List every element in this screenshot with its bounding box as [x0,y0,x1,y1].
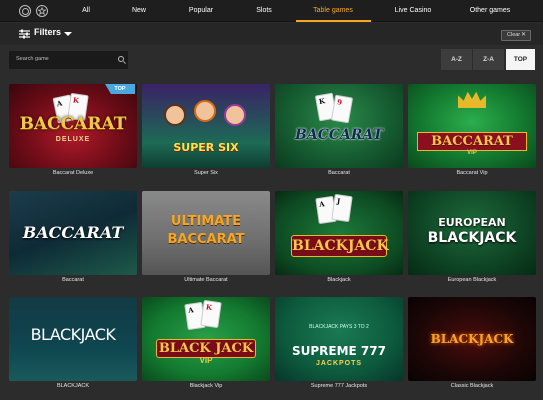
game-thumbnail[interactable]: A K BLACK JACK VIP [142,297,270,381]
close-icon: ✕ [520,32,526,38]
game-thumbnail[interactable]: K 9 BACCARAT [275,84,403,168]
clear-button[interactable]: Clear ✕ [501,30,531,41]
game-card[interactable]: ULTIMATE BACCARAT Ultimate Baccarat [142,191,270,283]
active-tab-indicator [296,20,371,22]
game-thumbnail[interactable]: BLACKJACK [9,297,137,381]
tab-popular[interactable]: Popular [183,0,219,22]
game-title[interactable]: Super Six [142,170,270,176]
star-icon[interactable] [36,5,48,17]
filter-bar: Filters Clear ✕ [0,23,543,45]
chevron-down-icon[interactable] [64,32,72,36]
game-logo: EUROPEAN [438,216,506,229]
sort-za-button[interactable]: Z-A [473,49,504,70]
game-card[interactable]: BLACKJACK Classic Blackjack [408,297,536,389]
game-title[interactable]: Ultimate Baccarat [142,277,270,283]
search-icon[interactable] [118,56,124,62]
tab-new[interactable]: New [128,0,150,22]
filters-label[interactable]: Filters [34,27,61,37]
game-thumbnail[interactable]: EUROPEAN BLACKJACK [408,191,536,275]
game-logo: BACCARAT [19,114,127,134]
game-title[interactable]: European Blackjack [408,277,536,283]
game-thumbnail[interactable]: BLACKJACK PAYS 3 TO 2 SUPREME 777 JACKPO… [275,297,403,381]
tab-table-games[interactable]: Table games [301,0,365,22]
top-badge: TOP [105,84,135,94]
game-card[interactable]: A K BACCARAT DELUXE TOP Baccarat Deluxe [9,84,137,176]
game-logo-sub: JACKPOTS [315,360,363,367]
game-logo-sub: DELUXE [55,136,91,143]
game-card[interactable]: BACCARAT Baccarat [9,191,137,283]
game-logo-sub: VIP [467,150,477,156]
game-thumbnail[interactable]: ULTIMATE BACCARAT [142,191,270,275]
game-logo: ULTIMATE [170,214,242,229]
game-logo: BLACKJACK [30,325,116,344]
tab-live-casino[interactable]: Live Casino [390,0,436,22]
game-card[interactable]: BLACKJACK PAYS 3 TO 2 SUPREME 777 JACKPO… [275,297,403,389]
game-card[interactable]: K 9 BACCARAT Baccarat [275,84,403,176]
clear-label: Clear [507,32,521,38]
game-thumbnail[interactable]: BACCARAT VIP [408,84,536,168]
game-logo-extra: BLACKJACK PAYS 3 TO 2 [309,324,369,330]
game-logo: SUPER SIX [173,141,239,154]
game-title[interactable]: Blackjack [275,277,403,283]
game-title[interactable]: BLACKJACK [9,383,137,389]
game-logo: BLACKJACK [291,235,389,257]
game-thumbnail[interactable]: SUPER SIX [142,84,270,168]
top-nav: All New Popular Slots Table games Live C… [0,0,543,22]
game-thumbnail[interactable]: BLACKJACK [408,297,536,381]
game-title[interactable]: Classic Blackjack [408,383,536,389]
game-logo: BLACKJACK [430,332,514,346]
game-title[interactable]: Baccarat Deluxe [9,170,137,176]
game-title[interactable]: Baccarat [9,277,137,283]
game-card[interactable]: BACCARAT VIP Baccarat Vip [408,84,536,176]
game-title[interactable]: Supreme 777 Jackpots [275,383,403,389]
game-logo-sub: BLACKJACK [427,230,517,246]
sort-az-button[interactable]: A-Z [441,49,472,70]
game-title[interactable]: Blackjack Vip [142,383,270,389]
game-logo-sub: BACCARAT [167,232,245,247]
game-logo: BACCARAT [417,132,527,151]
game-card[interactable]: EUROPEAN BLACKJACK European Blackjack [408,191,536,283]
game-logo: SUPREME 777 [292,344,386,358]
game-logo: BACCARAT [295,127,383,143]
sliders-icon[interactable] [19,29,30,39]
game-card[interactable]: A J BLACKJACK Blackjack [275,191,403,283]
game-title[interactable]: Baccarat Vip [408,170,536,176]
game-logo-sub: VIP [199,356,213,365]
game-card[interactable]: SUPER SIX Super Six [142,84,270,176]
game-thumbnail[interactable]: A K BACCARAT DELUXE TOP [9,84,137,168]
chip-icon[interactable] [19,5,31,17]
tab-all[interactable]: All [76,0,96,22]
game-logo: BACCARAT [22,223,124,242]
game-card[interactable]: BLACKJACK BLACKJACK [9,297,137,389]
search-input[interactable]: Search game [9,51,128,69]
tab-slots[interactable]: Slots [251,0,277,22]
game-thumbnail[interactable]: BACCARAT [9,191,137,275]
sort-top-button[interactable]: TOP [506,49,535,70]
game-card[interactable]: A K BLACK JACK VIP Blackjack Vip [142,297,270,389]
tab-other-games[interactable]: Other games [465,0,515,22]
game-title[interactable]: Baccarat [275,170,403,176]
game-thumbnail[interactable]: A J BLACKJACK [275,191,403,275]
search-placeholder: Search game [16,56,49,62]
